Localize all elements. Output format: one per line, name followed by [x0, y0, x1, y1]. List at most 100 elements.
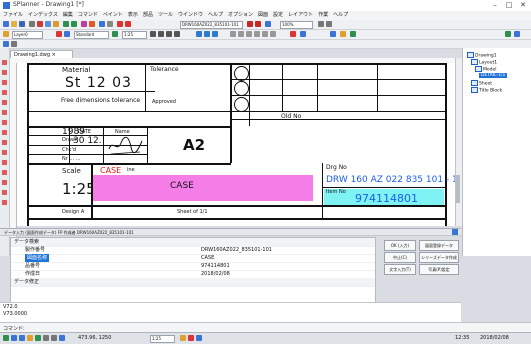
- record-icon[interactable]: [255, 21, 261, 27]
- tree-item[interactable]: Sheet: [471, 80, 492, 87]
- ortho-toggle-icon[interactable]: [19, 335, 25, 341]
- dimension-icon[interactable]: [196, 31, 202, 37]
- maximize-button[interactable]: □: [502, 0, 516, 11]
- menu-item[interactable]: 部品: [143, 11, 153, 20]
- layout-icon[interactable]: [265, 21, 271, 27]
- tool-rect-icon[interactable]: [2, 100, 7, 105]
- layer-icon[interactable]: [3, 31, 9, 37]
- tool-region-icon[interactable]: [2, 200, 7, 205]
- move-icon[interactable]: [230, 31, 236, 37]
- lineweight-toggle-icon[interactable]: [51, 335, 57, 341]
- menu-item[interactable]: ペイント: [103, 11, 123, 20]
- cancel-button[interactable]: 中止(C): [384, 252, 416, 263]
- draw-icon[interactable]: [81, 21, 87, 27]
- help-icon[interactable]: [514, 31, 520, 37]
- model-toggle-icon[interactable]: [59, 335, 65, 341]
- color-icon[interactable]: [56, 31, 62, 37]
- tree-item[interactable]: Drawing1: [467, 52, 497, 59]
- pan-icon[interactable]: [107, 21, 113, 27]
- panel-toggle-icon[interactable]: [505, 31, 511, 37]
- new-file-icon[interactable]: [3, 21, 9, 27]
- pointer-icon[interactable]: [11, 41, 17, 47]
- scale-field[interactable]: 1:25: [122, 31, 147, 39]
- select-icon[interactable]: [3, 41, 9, 47]
- polar-toggle-icon[interactable]: [27, 335, 33, 341]
- zoom-field[interactable]: 100%: [280, 21, 313, 29]
- series-data-button[interactable]: シリーズデータ作成: [419, 252, 459, 263]
- menu-item[interactable]: 作業: [318, 11, 328, 20]
- osnap-toggle-icon[interactable]: [35, 335, 41, 341]
- drawing-canvas[interactable]: Material St 12 03 Tolerance Free dimensi…: [17, 63, 455, 226]
- track-toggle-icon[interactable]: [43, 335, 49, 341]
- tool-text-icon[interactable]: [2, 110, 7, 115]
- workspace-icon[interactable]: [196, 335, 202, 341]
- arc-icon[interactable]: [158, 31, 164, 37]
- hatch-icon[interactable]: [204, 31, 210, 37]
- undo-icon[interactable]: [63, 21, 69, 27]
- rotate-icon[interactable]: [238, 31, 244, 37]
- extend-icon[interactable]: [262, 31, 268, 37]
- offset-icon[interactable]: [270, 31, 276, 37]
- tool-spline-icon[interactable]: [2, 140, 7, 145]
- grid-icon[interactable]: [318, 21, 324, 27]
- snap-toggle-icon[interactable]: [3, 335, 9, 341]
- register-data-button[interactable]: 図面登録データ: [419, 240, 459, 251]
- print-icon[interactable]: [29, 21, 35, 27]
- tool-circle-icon[interactable]: [2, 90, 7, 95]
- menu-item[interactable]: 図面: [258, 11, 268, 20]
- menu-item[interactable]: ヘルプ: [208, 11, 223, 20]
- warning-icon[interactable]: [188, 335, 194, 341]
- tool-arc-icon[interactable]: [2, 80, 7, 85]
- tool-hatch-icon[interactable]: [2, 130, 7, 135]
- ok-button[interactable]: OK (入力): [384, 240, 416, 251]
- tool-insert-icon[interactable]: [2, 180, 7, 185]
- tool-dim-icon[interactable]: [2, 120, 7, 125]
- zoom-icon[interactable]: [99, 21, 105, 27]
- property-group-row[interactable]: データ修正: [11, 278, 375, 287]
- menu-item[interactable]: インデックス: [28, 11, 58, 20]
- circle-icon[interactable]: [166, 31, 172, 37]
- menu-item[interactable]: ヘルプ: [333, 11, 348, 20]
- menu-item[interactable]: レイアウト: [288, 11, 313, 20]
- close-button[interactable]: ✕: [516, 0, 530, 11]
- save-icon[interactable]: [19, 21, 25, 27]
- line-icon[interactable]: [150, 31, 156, 37]
- scale-status-field[interactable]: 1:25: [150, 335, 175, 343]
- redo-icon[interactable]: [71, 21, 77, 27]
- menu-item[interactable]: 編集: [63, 11, 73, 20]
- cut-icon[interactable]: [37, 21, 43, 27]
- stop-icon[interactable]: [117, 21, 123, 27]
- paste-icon[interactable]: [53, 21, 59, 27]
- export-icon[interactable]: [350, 31, 356, 37]
- tool-line-icon[interactable]: [2, 60, 7, 65]
- annotation-icon[interactable]: [180, 335, 186, 341]
- grid-toggle-icon[interactable]: [11, 335, 17, 341]
- file-field[interactable]: DRW160AZ022_835101-101: [180, 21, 243, 29]
- tool-table-icon[interactable]: [2, 190, 7, 195]
- tool-polyline-icon[interactable]: [2, 70, 7, 75]
- linetype-icon[interactable]: [64, 31, 70, 37]
- open-folder-icon[interactable]: [11, 21, 17, 27]
- properties-icon[interactable]: [300, 31, 306, 37]
- alert-icon[interactable]: [247, 21, 253, 27]
- menu-item[interactable]: 表示: [128, 11, 138, 20]
- table-icon[interactable]: [330, 31, 336, 37]
- pin-icon[interactable]: [452, 229, 458, 235]
- image-icon[interactable]: [340, 31, 346, 37]
- tool-ellipse-icon[interactable]: [2, 150, 7, 155]
- tree-item[interactable]: Model: [475, 66, 497, 73]
- menu-item[interactable]: 設定: [273, 11, 283, 20]
- photo-settings-button[interactable]: 写真(P)設定: [419, 264, 459, 275]
- tool-point-icon[interactable]: [2, 160, 7, 165]
- layer-field[interactable]: Layer0: [12, 31, 43, 39]
- menu-item[interactable]: オプション: [228, 11, 253, 20]
- tree-item[interactable]: Layout1: [471, 59, 497, 66]
- tree-item-selected[interactable]: DETAIL-1/1: [479, 73, 508, 78]
- snap-icon[interactable]: [326, 21, 332, 27]
- text-input-button[interactable]: 文字入力(T): [384, 264, 416, 275]
- style-field[interactable]: Standard: [74, 31, 109, 39]
- measure-icon[interactable]: [89, 21, 95, 27]
- tool-block-icon[interactable]: [2, 170, 7, 175]
- tree-item[interactable]: Title Block: [471, 87, 502, 94]
- rect-icon[interactable]: [174, 31, 180, 37]
